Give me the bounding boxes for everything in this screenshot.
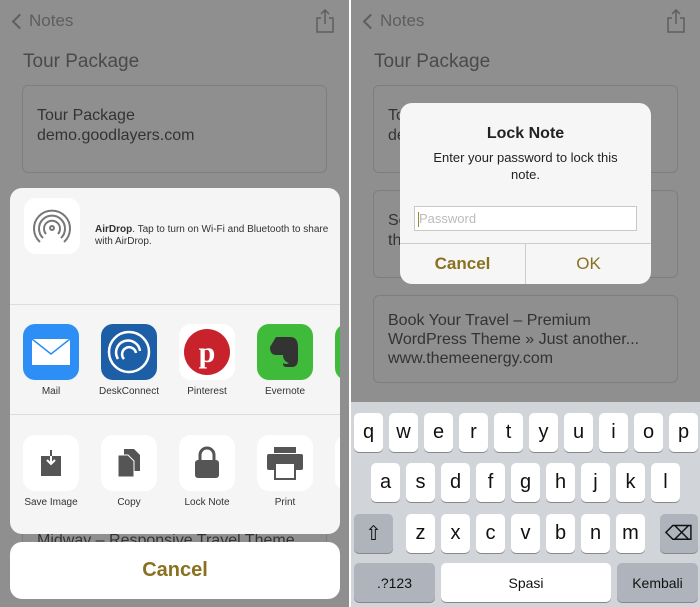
action-label: Print (274, 497, 296, 508)
card-url: demo.goodlayers.com (37, 127, 195, 144)
save-image-icon (23, 435, 79, 491)
back-label: Notes (29, 11, 74, 30)
key-l[interactable]: l (651, 463, 680, 502)
chevron-left-icon (362, 13, 379, 29)
key-e[interactable]: e (424, 413, 453, 452)
action-print[interactable]: Print (250, 435, 320, 508)
app-label: Mail (41, 386, 61, 397)
key-q[interactable]: q (354, 413, 383, 452)
dialog-message: Enter your password to lock this note. (433, 150, 618, 182)
share-icon[interactable] (666, 9, 686, 33)
dialog-title: Lock Note (486, 125, 565, 142)
back-button[interactable]: Notes (361, 11, 424, 31)
chevron-left-icon (11, 13, 28, 29)
app-label: W (328, 386, 340, 397)
share-sheet: AirDrop. Tap to turn on Wi-Fi and Blueto… (10, 188, 340, 534)
apps-row: Mail DeskConnect p Pinterest Evernote W (10, 305, 340, 415)
key-b[interactable]: b (546, 514, 575, 553)
key-y[interactable]: y (529, 413, 558, 452)
key-s[interactable]: s (406, 463, 435, 502)
key-w[interactable]: w (389, 413, 418, 452)
key-n[interactable]: n (581, 514, 610, 553)
key-i[interactable]: i (599, 413, 628, 452)
action-save-image[interactable]: Save Image (16, 435, 86, 508)
dialog-cancel-button[interactable]: Cancel (400, 244, 525, 284)
action-copy[interactable]: Copy (94, 435, 164, 508)
note-title: Tour Package (374, 51, 491, 72)
share-sheet-screen: Notes Tour Package Tour Package demo.goo… (0, 0, 349, 607)
pinterest-icon: p (179, 324, 235, 380)
w-icon (335, 324, 340, 380)
key-o[interactable]: o (634, 413, 663, 452)
action-label: Lock Note (184, 497, 230, 508)
keyboard: wsxdn.com qwertyuiopasdfghjkl⇧zxcvbnm⌫.?… (351, 402, 700, 607)
mail-icon (23, 324, 79, 380)
lock-icon (179, 435, 235, 491)
svg-text:p: p (199, 336, 216, 369)
airdrop-icon (24, 198, 80, 254)
key-c[interactable]: c (476, 514, 505, 553)
return-key[interactable]: Kembali (617, 563, 698, 602)
back-label: Notes (380, 11, 425, 30)
lock-note-screen: Notes Tour Package To de Se th Book Your T… (351, 0, 700, 607)
key-d[interactable]: d (441, 463, 470, 502)
back-button[interactable]: Notes (10, 11, 73, 31)
more-icon (335, 435, 340, 491)
share-app-deskconnect[interactable]: DeskConnect (94, 324, 164, 397)
key-t[interactable]: t (494, 413, 523, 452)
action-lock-note[interactable]: Lock Note (172, 435, 242, 508)
dialog-ok-button[interactable]: OK (525, 244, 651, 284)
airdrop-text: AirDrop. Tap to turn on Wi-Fi and Blueto… (95, 224, 329, 247)
airdrop-row[interactable]: AirDrop. Tap to turn on Wi-Fi and Blueto… (10, 188, 340, 305)
app-label: DeskConnect (98, 386, 160, 397)
link-card[interactable]: Book Your Travel – Premium WordPress Them… (373, 295, 678, 383)
numbers-key[interactable]: .?123 (354, 563, 435, 602)
key-a[interactable]: a (371, 463, 400, 502)
link-card[interactable]: Tour Package demo.goodlayers.com (22, 85, 327, 173)
key-p[interactable]: p (669, 413, 698, 452)
note-title: Tour Package (23, 51, 140, 72)
share-icon[interactable] (315, 9, 335, 33)
key-m[interactable]: m (616, 514, 645, 553)
key-z[interactable]: z (406, 514, 435, 553)
app-label: Pinterest (187, 386, 227, 397)
key-v[interactable]: v (511, 514, 540, 553)
share-app-w[interactable]: W (328, 324, 340, 397)
action-label: A (328, 497, 340, 508)
delete-key[interactable]: ⌫ (660, 514, 698, 553)
actions-row: Save Image Copy Lock Note Print A (10, 415, 340, 534)
key-r[interactable]: r (459, 413, 488, 452)
key-g[interactable]: g (511, 463, 540, 502)
key-k[interactable]: k (616, 463, 645, 502)
evernote-icon (257, 324, 313, 380)
app-label: Evernote (264, 386, 306, 397)
copy-icon (101, 435, 157, 491)
key-u[interactable]: u (564, 413, 593, 452)
share-app-mail[interactable]: Mail (16, 324, 86, 397)
action-label: Copy (117, 497, 141, 508)
key-x[interactable]: x (441, 514, 470, 553)
password-input[interactable]: Password (414, 206, 637, 231)
deskconnect-icon (101, 324, 157, 380)
key-f[interactable]: f (476, 463, 505, 502)
print-icon (257, 435, 313, 491)
cancel-button[interactable]: Cancel (10, 542, 340, 599)
lock-note-dialog: Lock Note Enter your password to lock th… (400, 103, 651, 284)
key-j[interactable]: j (581, 463, 610, 502)
card-title: Tour Package (37, 107, 135, 124)
share-app-evernote[interactable]: Evernote (250, 324, 320, 397)
share-app-pinterest[interactable]: p Pinterest (172, 324, 242, 397)
space-key[interactable]: Spasi (441, 563, 611, 602)
key-h[interactable]: h (546, 463, 575, 502)
shift-key[interactable]: ⇧ (354, 514, 393, 553)
action-a[interactable]: A (328, 435, 340, 508)
action-label: Save Image (24, 497, 78, 508)
